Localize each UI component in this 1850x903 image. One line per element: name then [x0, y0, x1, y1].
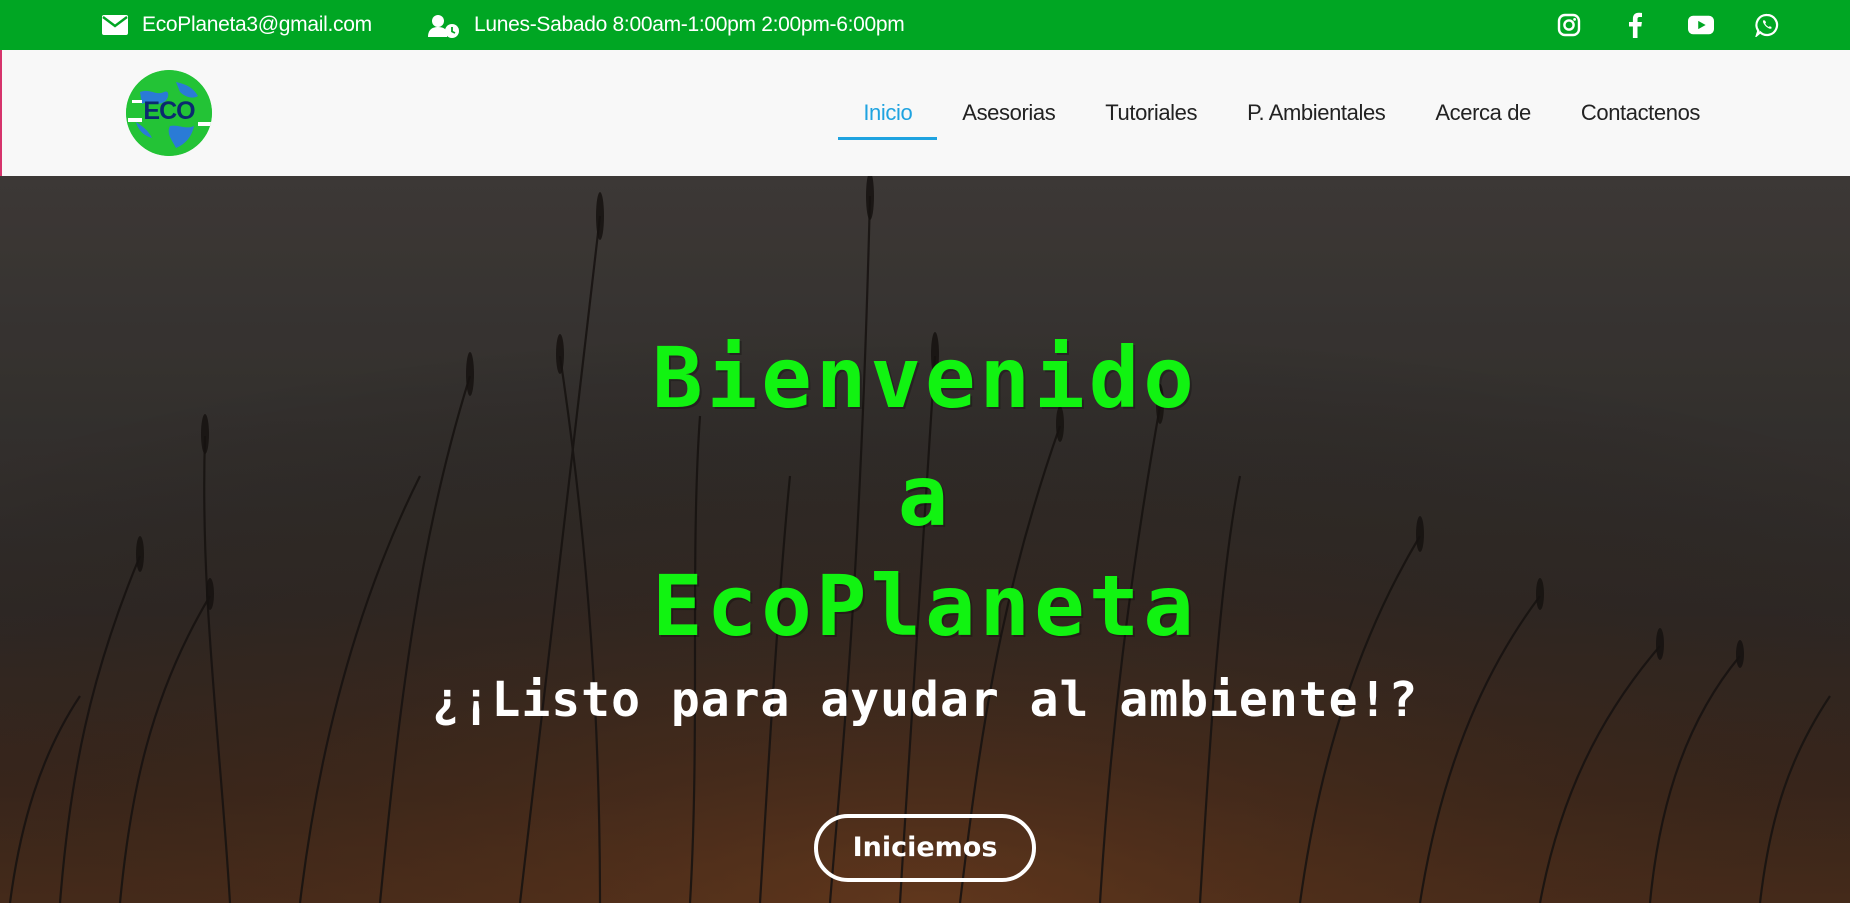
- nav-item-p-ambientales[interactable]: P. Ambientales: [1222, 50, 1410, 176]
- logo[interactable]: ECO: [126, 70, 212, 156]
- logo-text: ECO: [143, 97, 195, 125]
- nav-item-acerca-de[interactable]: Acerca de: [1410, 50, 1555, 176]
- user-clock-icon: [428, 14, 460, 38]
- nav-item-asesorias[interactable]: Asesorias: [937, 50, 1080, 176]
- hero-title-line-2: a: [897, 447, 953, 545]
- hero-subtitle: ¿¡Listo para ayudar al ambiente!?: [431, 672, 1419, 728]
- nav-menu: Inicio Asesorias Tutoriales P. Ambiental…: [838, 50, 1850, 176]
- contact-email-text[interactable]: EcoPlaneta3@gmail.com: [142, 13, 372, 37]
- instagram-icon[interactable]: [1556, 12, 1582, 38]
- contact-hours-text: Lunes-Sabado 8:00am-1:00pm 2:00pm-6:00pm: [474, 13, 905, 36]
- youtube-icon[interactable]: [1688, 12, 1714, 38]
- hero-title-line-1: Bienvenido: [652, 329, 1198, 427]
- contact-hours: Lunes-Sabado 8:00am-1:00pm 2:00pm-6:00pm: [428, 0, 905, 50]
- nav-item-contactenos[interactable]: Contactenos: [1556, 50, 1725, 176]
- hero-section: Bienvenido a EcoPlaneta ¿¡Listo para ayu…: [0, 176, 1850, 903]
- nav-item-tutoriales[interactable]: Tutoriales: [1080, 50, 1222, 176]
- top-contact-bar: EcoPlaneta3@gmail.com Lunes-Sabado 8:00a…: [0, 0, 1850, 50]
- whatsapp-icon[interactable]: [1754, 12, 1780, 38]
- social-links: [1556, 0, 1780, 50]
- facebook-icon[interactable]: [1622, 12, 1648, 38]
- hero-title-line-3: EcoPlaneta: [652, 557, 1198, 655]
- contact-email[interactable]: EcoPlaneta3@gmail.com: [102, 0, 372, 50]
- nav-item-inicio[interactable]: Inicio: [838, 50, 938, 176]
- envelope-icon: [102, 14, 128, 36]
- main-navbar: ECO Inicio Asesorias Tutoriales P. Ambie…: [0, 50, 1850, 176]
- iniciemos-button[interactable]: Iniciemos: [814, 814, 1036, 882]
